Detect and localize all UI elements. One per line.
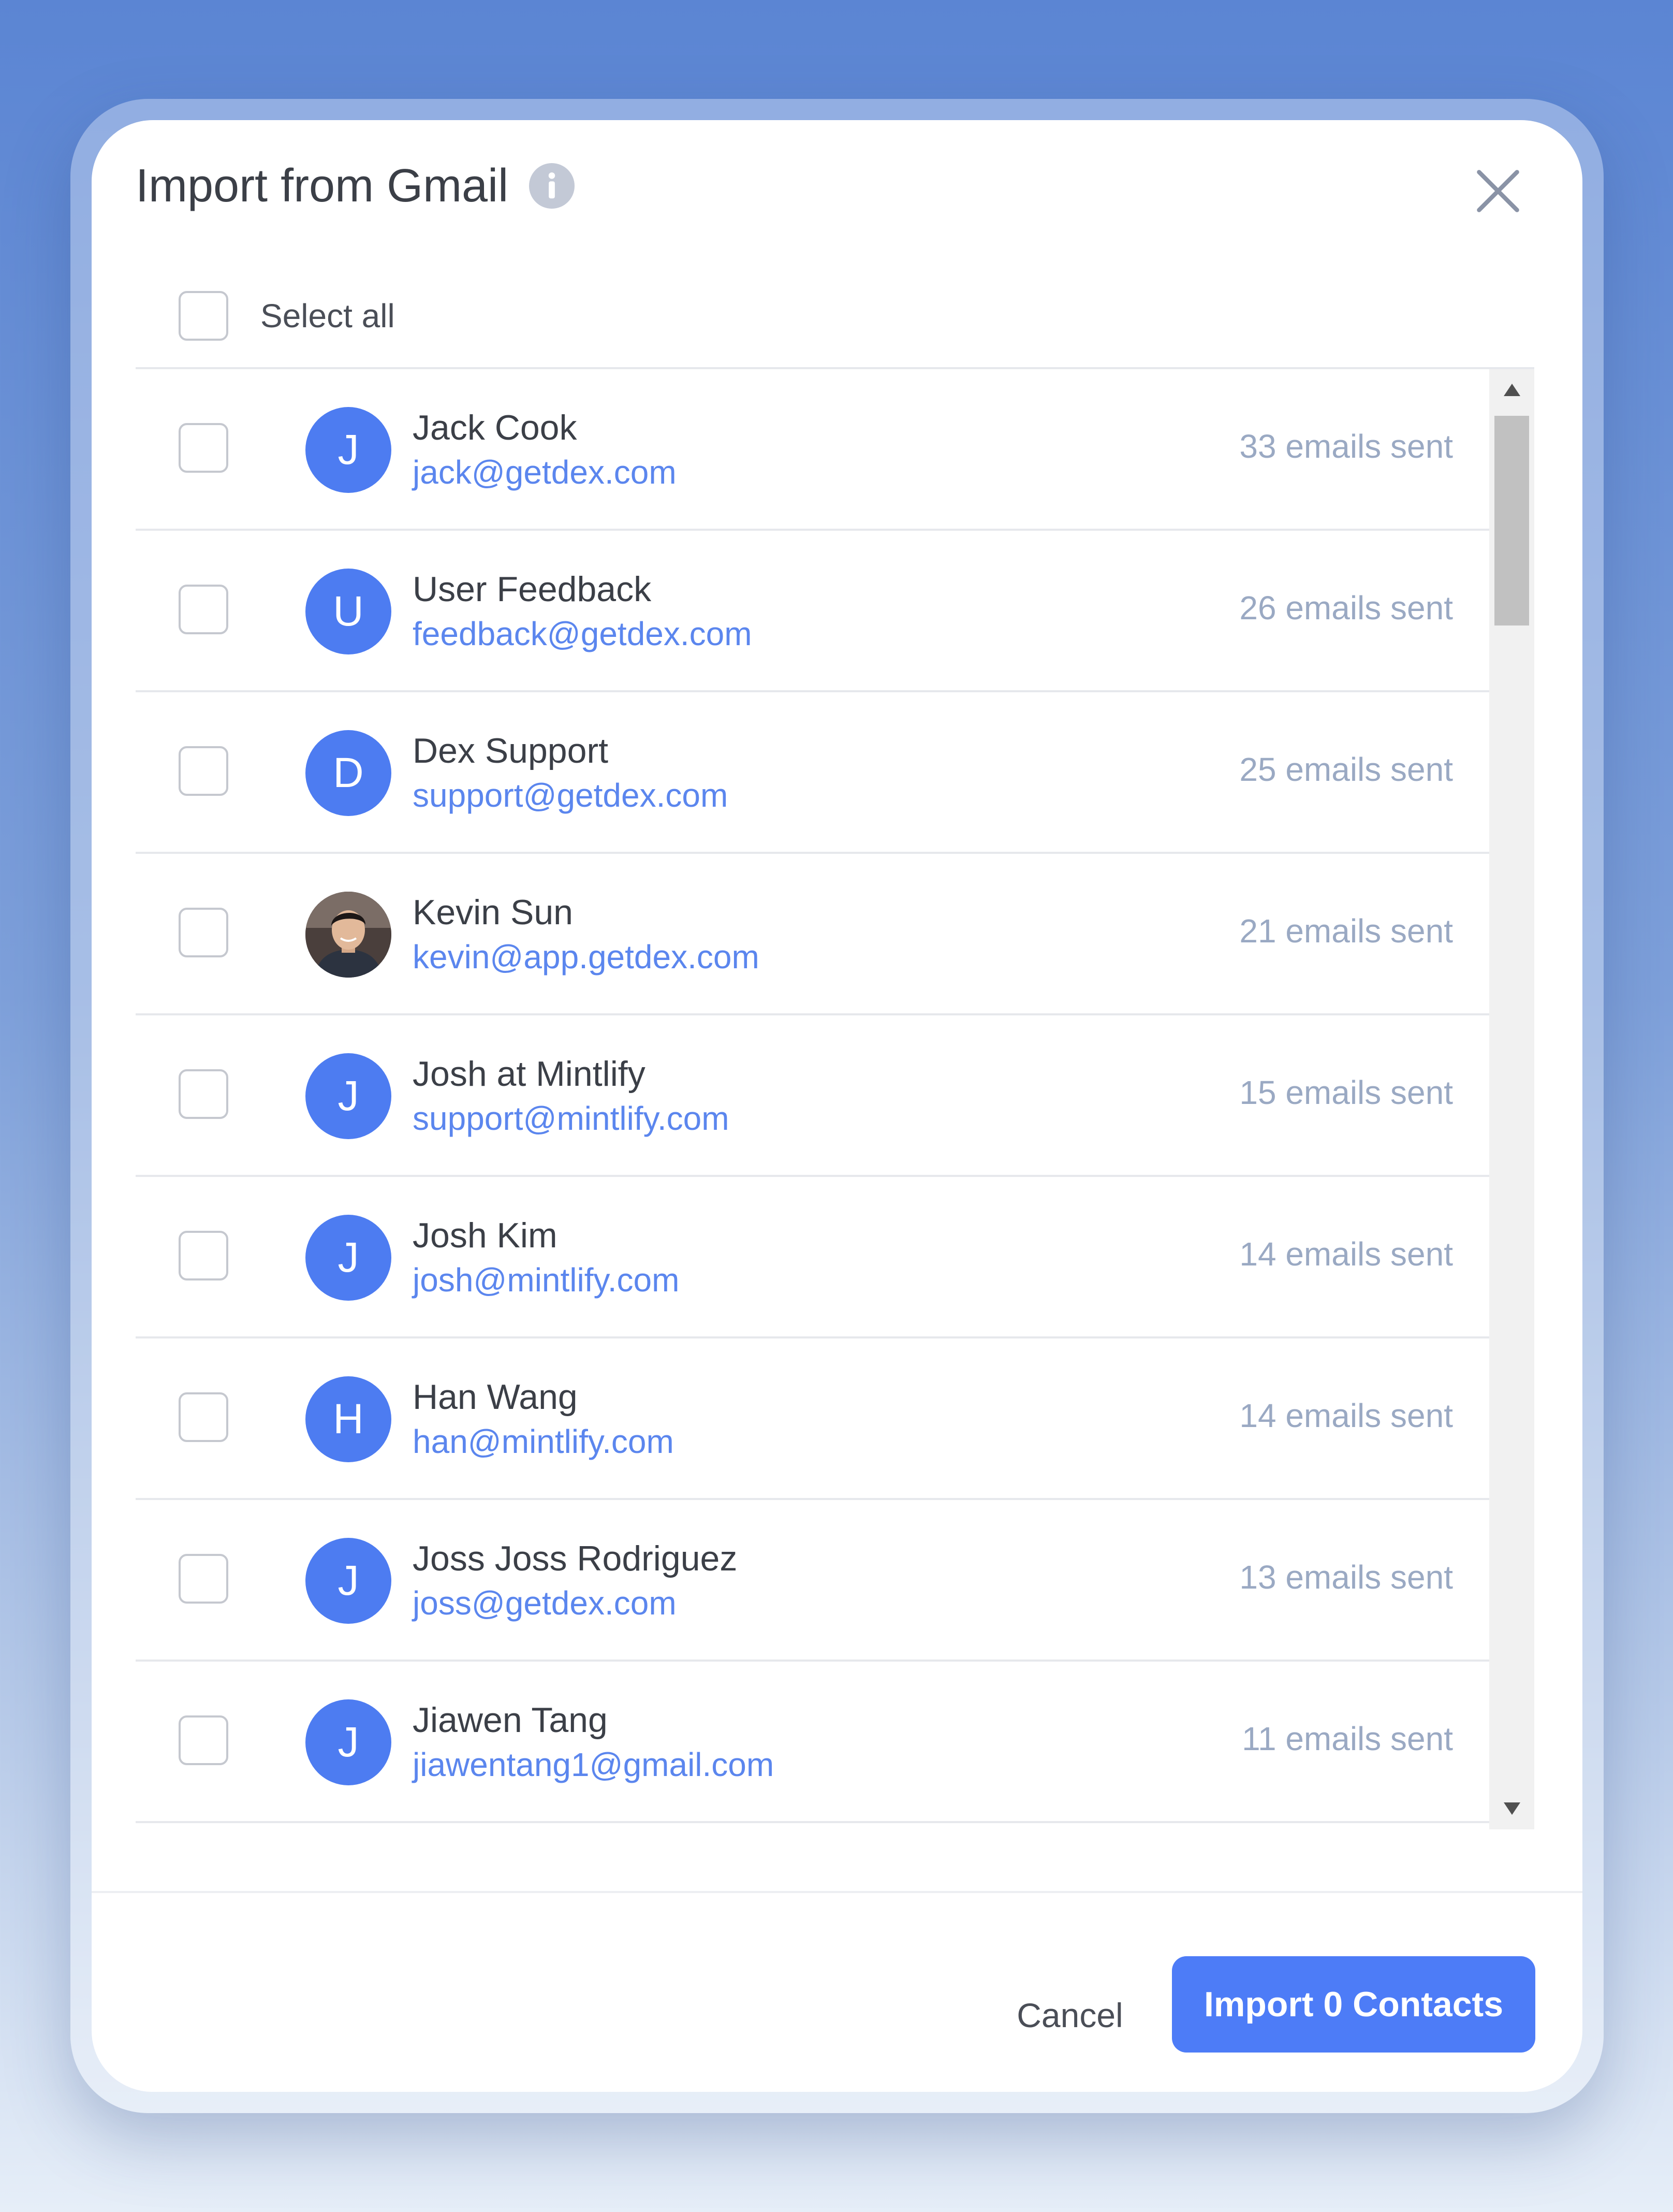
email-count: 13 emails sent bbox=[1239, 1559, 1453, 1596]
contact-checkbox[interactable] bbox=[179, 1715, 228, 1765]
contact-info: Josh Kim josh@mintlify.com bbox=[413, 1213, 679, 1302]
contact-name: Han Wang bbox=[413, 1377, 578, 1417]
contact-info: Jiawen Tang jiawentang1@gmail.com bbox=[413, 1698, 774, 1787]
avatar: J bbox=[305, 1053, 391, 1139]
contact-name: Josh at Mintlify bbox=[413, 1054, 645, 1094]
contact-email: jack@getdex.com bbox=[413, 454, 677, 491]
contact-checkbox[interactable] bbox=[179, 908, 228, 957]
triangle-down-icon[interactable] bbox=[1502, 1798, 1522, 1819]
avatar: D bbox=[305, 730, 391, 816]
contact-row[interactable]: H Han Wang han@mintlify.com 14 emails se… bbox=[136, 1338, 1489, 1500]
contact-row[interactable]: J Jack Cook jack@getdex.com 33 emails se… bbox=[136, 369, 1489, 531]
avatar: J bbox=[305, 1215, 391, 1301]
avatar: J bbox=[305, 1699, 391, 1785]
contact-row[interactable]: D Dex Support support@getdex.com 25 emai… bbox=[136, 692, 1489, 854]
footer-divider bbox=[92, 1891, 1582, 1893]
import-contacts-button[interactable]: Import 0 Contacts bbox=[1172, 1956, 1535, 2053]
select-all-checkbox[interactable] bbox=[179, 291, 228, 341]
contact-name: User Feedback bbox=[413, 570, 652, 609]
triangle-up-icon[interactable] bbox=[1502, 380, 1522, 400]
person-photo-icon bbox=[305, 892, 391, 978]
dialog-title: Import from Gmail bbox=[136, 160, 509, 212]
contact-name: Jiawen Tang bbox=[413, 1700, 608, 1740]
contact-name: Joss Joss Rodriguez bbox=[413, 1539, 738, 1578]
contact-row[interactable]: U User Feedback feedback@getdex.com 26 e… bbox=[136, 531, 1489, 692]
email-count: 14 emails sent bbox=[1239, 1235, 1453, 1273]
contact-email: joss@getdex.com bbox=[413, 1584, 677, 1622]
avatar-photo bbox=[305, 892, 391, 978]
contact-email: han@mintlify.com bbox=[413, 1423, 674, 1460]
avatar: J bbox=[305, 407, 391, 493]
contact-email: kevin@app.getdex.com bbox=[413, 938, 759, 976]
email-count: 26 emails sent bbox=[1239, 589, 1453, 627]
email-count: 11 emails sent bbox=[1242, 1720, 1453, 1757]
contact-info: Josh at Mintlify support@mintlify.com bbox=[413, 1052, 729, 1141]
scrollbar[interactable] bbox=[1489, 369, 1534, 1829]
contact-info: Joss Joss Rodriguez joss@getdex.com bbox=[413, 1536, 737, 1625]
close-icon[interactable] bbox=[1470, 163, 1527, 220]
contact-info: Kevin Sun kevin@app.getdex.com bbox=[413, 890, 759, 979]
dialog-header: Import from Gmail bbox=[136, 163, 575, 209]
contact-row[interactable]: J Jiawen Tang jiawentang1@gmail.com 11 e… bbox=[136, 1662, 1489, 1823]
contact-checkbox[interactable] bbox=[179, 1392, 228, 1442]
contact-info: Dex Support support@getdex.com bbox=[413, 729, 728, 818]
contact-row[interactable]: Kevin Sun kevin@app.getdex.com 21 emails… bbox=[136, 854, 1489, 1015]
avatar: J bbox=[305, 1538, 391, 1624]
contact-checkbox[interactable] bbox=[179, 585, 228, 634]
contact-checkbox[interactable] bbox=[179, 1231, 228, 1280]
scrollbar-thumb[interactable] bbox=[1494, 416, 1529, 625]
contact-row[interactable]: J Joss Joss Rodriguez joss@getdex.com 13… bbox=[136, 1500, 1489, 1662]
contact-email: support@getdex.com bbox=[413, 777, 728, 814]
contact-name: Jack Cook bbox=[413, 408, 577, 447]
contact-info: Han Wang han@mintlify.com bbox=[413, 1375, 674, 1464]
email-count: 33 emails sent bbox=[1239, 428, 1453, 465]
contact-checkbox[interactable] bbox=[179, 1069, 228, 1119]
select-all-row: Select all bbox=[179, 291, 395, 341]
contact-name: Dex Support bbox=[413, 731, 608, 770]
contact-list[interactable]: J Jack Cook jack@getdex.com 33 emails se… bbox=[136, 367, 1534, 1829]
contact-email: support@mintlify.com bbox=[413, 1100, 729, 1137]
contact-list-rows: J Jack Cook jack@getdex.com 33 emails se… bbox=[136, 369, 1489, 1823]
avatar: U bbox=[305, 569, 391, 654]
contact-name: Josh Kim bbox=[413, 1216, 557, 1255]
email-count: 15 emails sent bbox=[1239, 1074, 1453, 1111]
contact-email: jiawentang1@gmail.com bbox=[413, 1746, 774, 1783]
select-all-label: Select all bbox=[260, 297, 395, 334]
contact-checkbox[interactable] bbox=[179, 746, 228, 796]
avatar: H bbox=[305, 1376, 391, 1462]
contact-row[interactable]: J Josh at Mintlify support@mintlify.com … bbox=[136, 1015, 1489, 1177]
contact-email: josh@mintlify.com bbox=[413, 1261, 680, 1299]
cancel-button[interactable]: Cancel bbox=[997, 1984, 1142, 2046]
contact-checkbox[interactable] bbox=[179, 423, 228, 473]
contact-checkbox[interactable] bbox=[179, 1554, 228, 1604]
contact-info: Jack Cook jack@getdex.com bbox=[413, 405, 677, 494]
contact-name: Kevin Sun bbox=[413, 893, 573, 932]
contact-email: feedback@getdex.com bbox=[413, 615, 752, 652]
contact-info: User Feedback feedback@getdex.com bbox=[413, 567, 752, 656]
email-count: 25 emails sent bbox=[1239, 751, 1453, 788]
import-dialog: Import from Gmail Select all J Jack Cook… bbox=[92, 120, 1582, 2092]
email-count: 14 emails sent bbox=[1239, 1397, 1453, 1434]
contact-row[interactable]: J Josh Kim josh@mintlify.com 14 emails s… bbox=[136, 1177, 1489, 1338]
email-count: 21 emails sent bbox=[1239, 912, 1453, 950]
info-icon[interactable] bbox=[529, 163, 575, 209]
